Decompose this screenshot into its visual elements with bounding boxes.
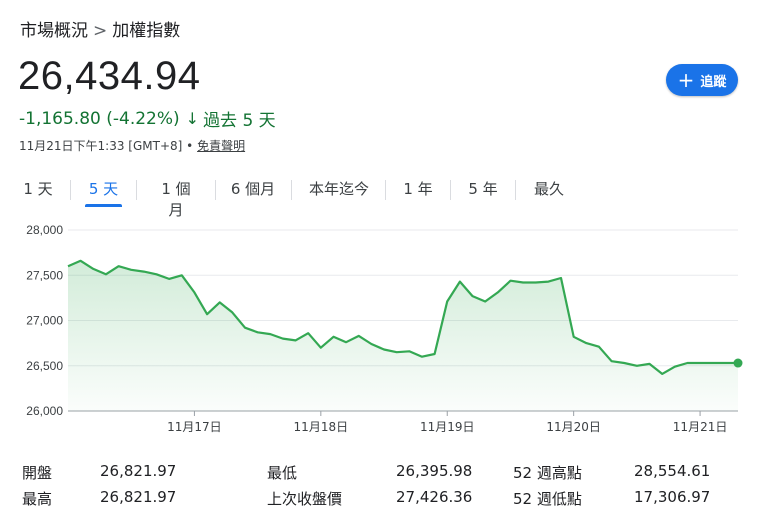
y-tick-label: 26,500 <box>26 359 63 373</box>
x-tick-label: 11月17日 <box>167 420 222 434</box>
y-axis: 28,000 27,500 27,000 26,500 26,000 <box>26 223 63 418</box>
timestamp-line: 11月21日下午1:33 [GMT+8] • 免責聲明 <box>19 137 245 154</box>
tab-divider <box>215 180 216 200</box>
stat-label-52w-high: 52 週高點 <box>513 464 582 482</box>
x-tick-label: 11月18日 <box>294 420 349 434</box>
y-tick-label: 27,000 <box>26 314 63 328</box>
stat-value-high: 26,821.97 <box>100 488 177 506</box>
stat-label-high: 最高 <box>22 490 53 508</box>
tab-1-day[interactable]: 1 天 <box>20 172 56 207</box>
current-price: 26,434.94 <box>18 54 201 98</box>
stat-label-prev-close: 上次收盤價 <box>267 490 343 508</box>
stat-label-52w-low: 52 週低點 <box>513 490 582 508</box>
tab-divider <box>515 180 516 200</box>
meta-dot: • <box>186 139 194 153</box>
breadcrumb: 市場概況 > 加權指數 <box>20 16 180 41</box>
price-area-fill <box>68 260 738 411</box>
stat-value-prev-close: 27,426.36 <box>396 488 473 506</box>
tab-1-year[interactable]: 1 年 <box>402 172 434 207</box>
x-tick-label: 11月19日 <box>420 420 475 434</box>
y-tick-label: 26,000 <box>26 404 63 418</box>
tab-max[interactable]: 最久 <box>533 172 565 207</box>
latest-price-point <box>733 358 743 368</box>
change-value: -1,165.80 (-4.22%) <box>19 108 180 129</box>
x-axis: 11月17日 11月18日 11月19日 11月20日 11月21日 <box>167 411 727 434</box>
follow-button-label: 追蹤 <box>700 74 727 90</box>
stat-label-low: 最低 <box>267 464 298 482</box>
y-tick-label: 28,000 <box>26 223 63 237</box>
stat-value-open: 26,821.97 <box>100 462 177 480</box>
stat-label-open: 開盤 <box>22 464 53 482</box>
tab-6-months[interactable]: 6 個月 <box>230 172 276 207</box>
tab-5-years[interactable]: 5 年 <box>467 172 499 207</box>
stat-value-52w-low: 17,306.97 <box>634 488 711 506</box>
tab-ytd[interactable]: 本年迄今 <box>308 172 370 207</box>
tab-divider <box>70 180 71 200</box>
follow-button[interactable]: + 追蹤 <box>666 64 738 96</box>
breadcrumb-parent[interactable]: 市場概況 <box>20 21 88 41</box>
tab-divider <box>136 180 137 200</box>
arrow-down-icon: ↓ <box>185 109 200 128</box>
plus-icon: + <box>677 68 695 92</box>
tab-divider <box>450 180 451 200</box>
timestamp: 11月21日下午1:33 [GMT+8] <box>19 139 183 153</box>
tab-divider <box>385 180 386 200</box>
change-period: 過去 5 天 <box>203 111 276 131</box>
y-tick-label: 27,500 <box>26 268 63 282</box>
stat-value-52w-high: 28,554.61 <box>634 462 711 480</box>
tab-5-days[interactable]: 5 天 <box>85 172 122 207</box>
range-tabs: 1 天 5 天 1 個月 6 個月 本年迄今 1 年 5 年 最久 <box>20 172 565 219</box>
x-tick-label: 11月20日 <box>546 420 601 434</box>
price-chart[interactable]: 28,00027,50027,00026,50026,000 11月17日 11月… <box>0 218 768 440</box>
breadcrumb-current: 加權指數 <box>112 21 181 41</box>
x-tick-label: 11月21日 <box>673 420 728 434</box>
stat-value-low: 26,395.98 <box>396 462 473 480</box>
price-change: -1,165.80 (-4.22%) ↓ 過去 5 天 <box>19 106 276 132</box>
tab-divider <box>291 180 292 200</box>
disclaimer-link[interactable]: 免責聲明 <box>197 139 245 153</box>
breadcrumb-separator: > <box>93 21 108 41</box>
